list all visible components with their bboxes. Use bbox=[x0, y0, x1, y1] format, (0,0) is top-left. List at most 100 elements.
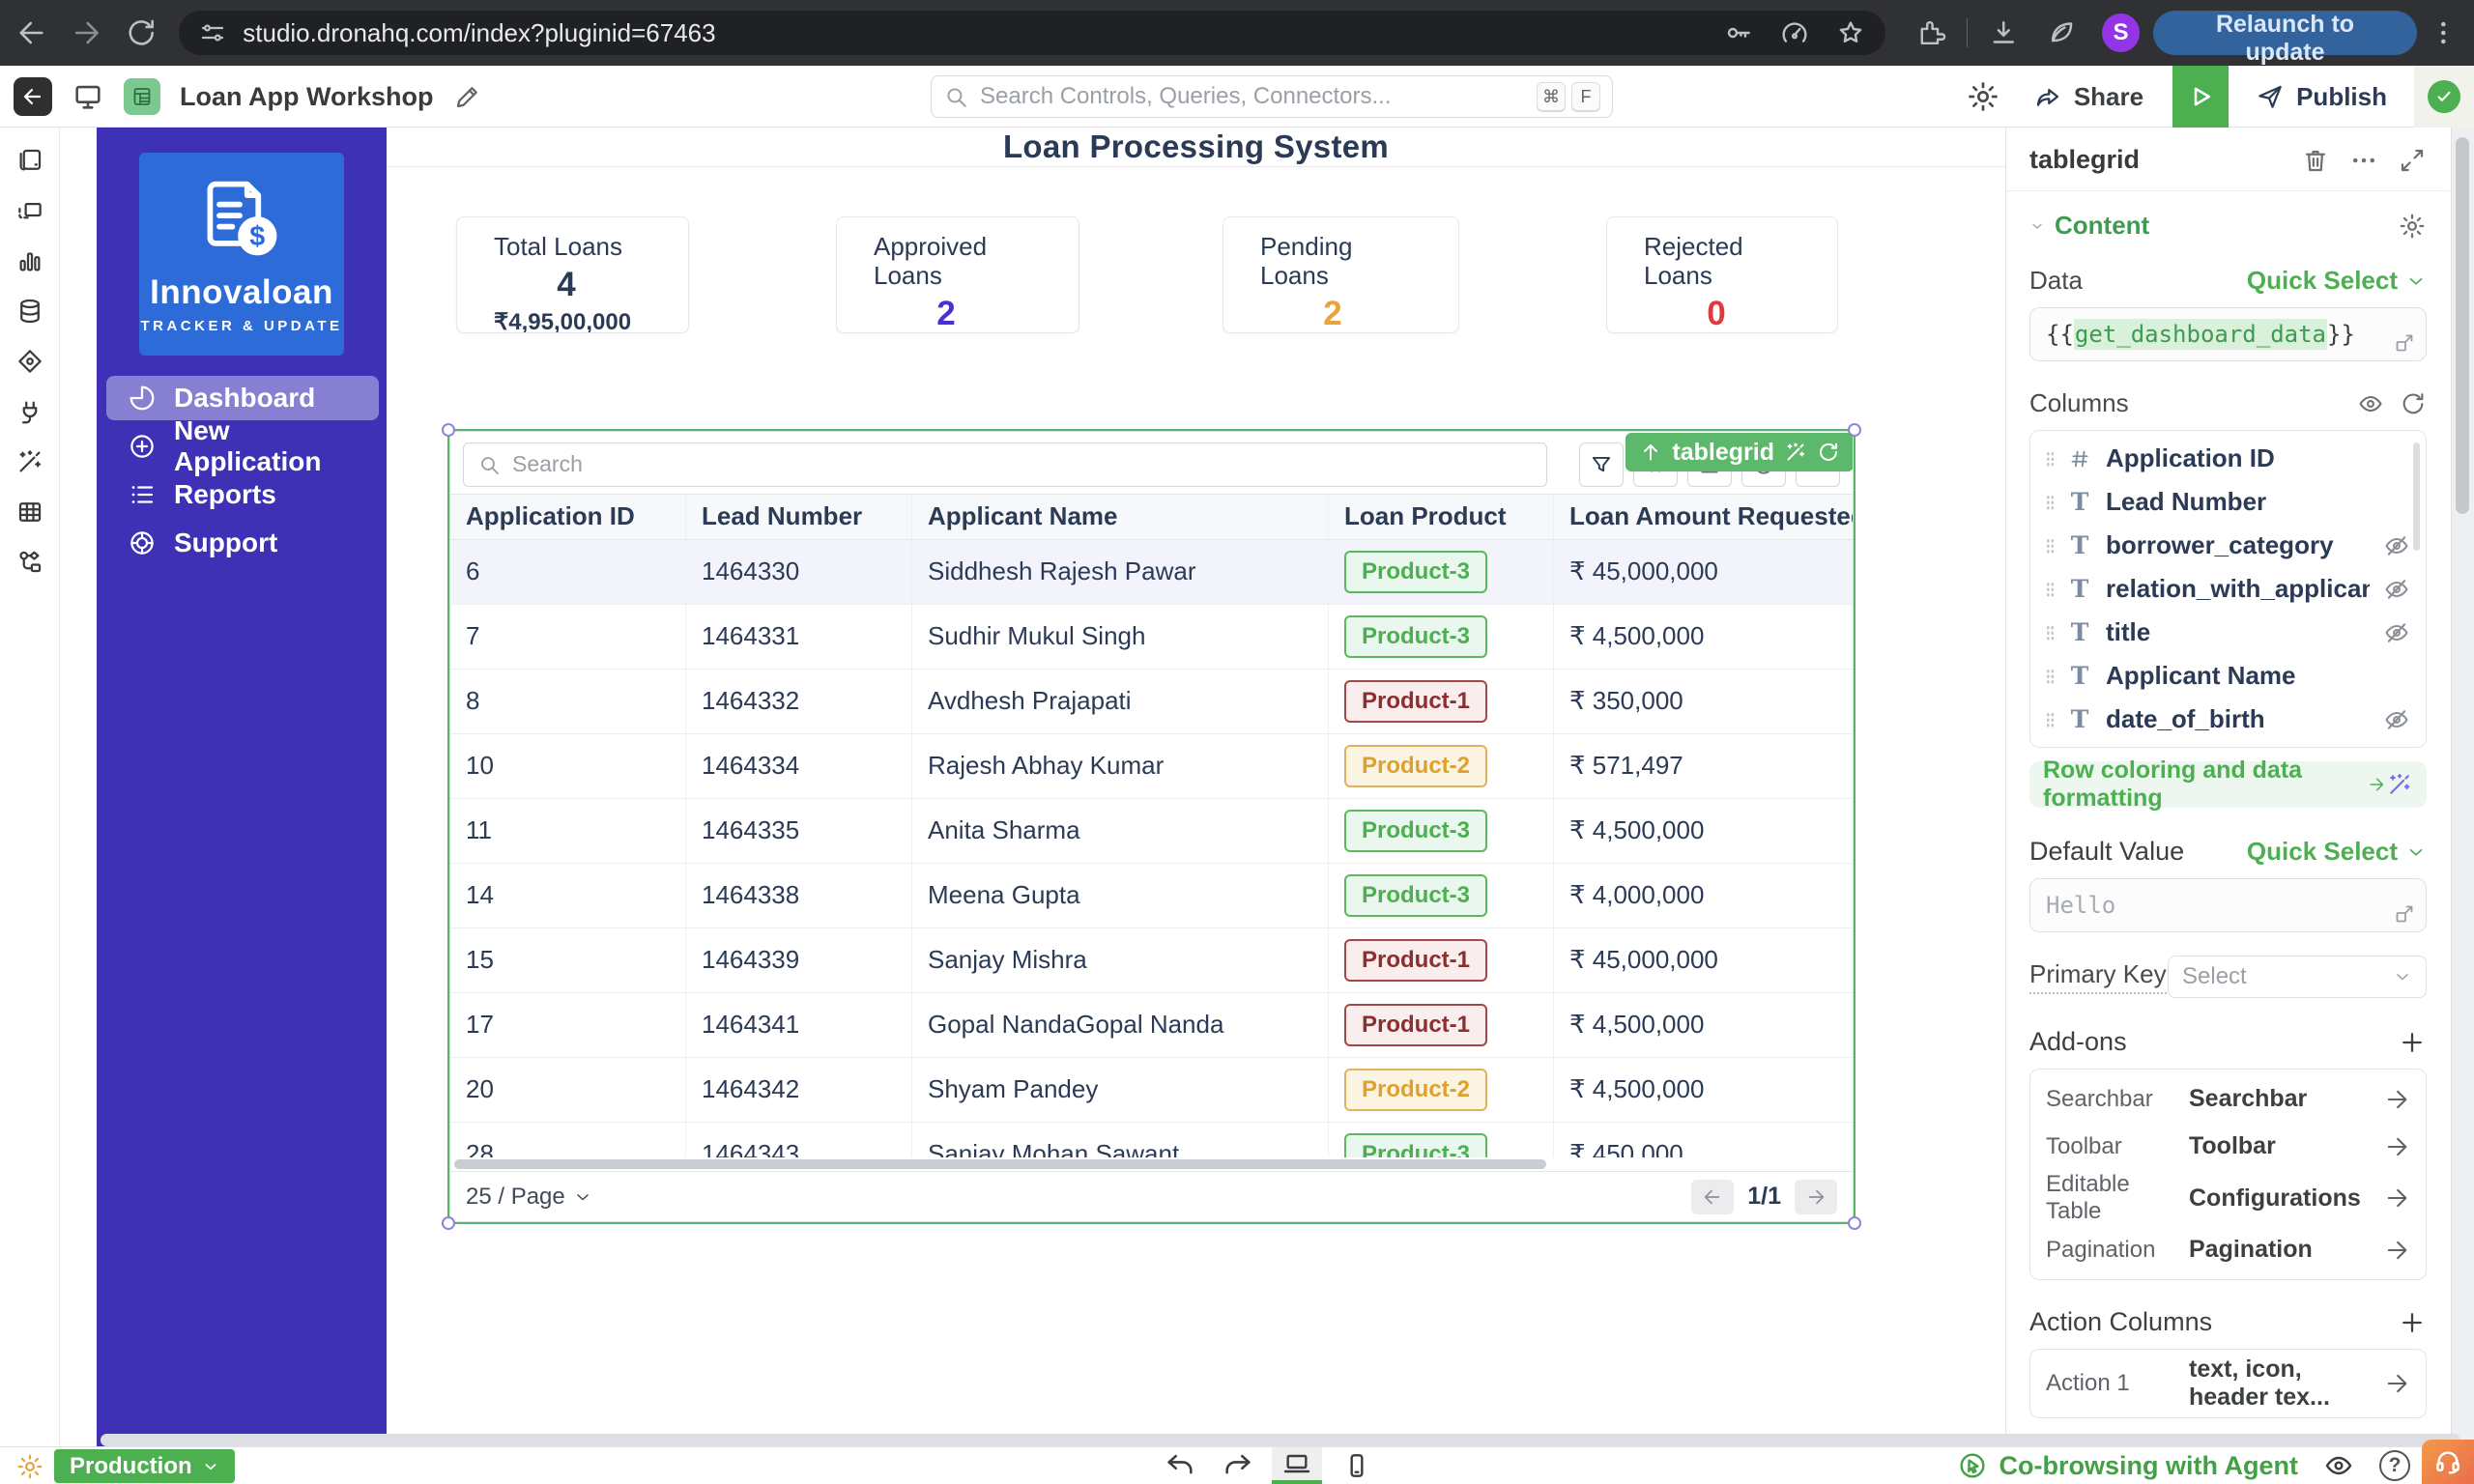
column-header[interactable]: Lead Number bbox=[686, 494, 912, 539]
more-options-icon[interactable] bbox=[2349, 146, 2378, 175]
performance-icon[interactable] bbox=[1779, 17, 1810, 48]
drag-handle-icon[interactable] bbox=[2046, 450, 2054, 467]
content-settings-icon[interactable] bbox=[2398, 212, 2427, 241]
page-size-selector[interactable]: 25 / Page bbox=[466, 1184, 592, 1211]
undo-icon[interactable] bbox=[1164, 1449, 1196, 1482]
desktop-view-button[interactable] bbox=[1272, 1447, 1322, 1484]
publish-button[interactable]: Publish bbox=[2256, 82, 2387, 112]
column-header[interactable]: Loan Amount Requested bbox=[1554, 495, 1853, 539]
drag-handle-icon[interactable] bbox=[2046, 711, 2054, 728]
collapse-panel-icon[interactable] bbox=[2398, 146, 2427, 175]
eye-off-icon[interactable] bbox=[2383, 576, 2410, 603]
column-item[interactable]: T Lead Number bbox=[2030, 480, 2426, 524]
select-parent-icon[interactable] bbox=[1639, 441, 1662, 464]
addon-row-editable-table[interactable]: Editable Table Configurations bbox=[2046, 1170, 2410, 1226]
expand-editor-icon[interactable] bbox=[2393, 331, 2416, 355]
content-section-toggle[interactable]: Content bbox=[2029, 211, 2149, 241]
browser-forward-icon[interactable] bbox=[70, 15, 102, 50]
column-item[interactable]: T borrower_category bbox=[2030, 524, 2426, 567]
table-row[interactable]: 20 1464342 Shyam Pandey Product-2 ₹ 4,50… bbox=[450, 1057, 1853, 1123]
sidebar-item-reports[interactable]: Reports bbox=[106, 472, 379, 517]
canvas-horizontal-scrollbar[interactable] bbox=[101, 1434, 2460, 1446]
delete-widget-icon[interactable] bbox=[2301, 146, 2330, 175]
prev-page-button[interactable] bbox=[1691, 1179, 1735, 1214]
extensions-icon[interactable] bbox=[1915, 16, 1947, 49]
preview-monitor-icon[interactable] bbox=[72, 80, 104, 113]
theme-settings-icon[interactable] bbox=[1966, 79, 2000, 114]
add-addon-icon[interactable] bbox=[2398, 1028, 2427, 1057]
eye-off-icon[interactable] bbox=[2383, 532, 2410, 559]
drag-handle-icon[interactable] bbox=[2046, 624, 2054, 641]
relaunch-button[interactable]: Relaunch to update bbox=[2152, 11, 2418, 66]
default-value-field[interactable]: Hello bbox=[2029, 878, 2427, 932]
address-bar[interactable]: studio.dronahq.com/index?pluginid=67463 bbox=[179, 11, 1885, 55]
sidebar-item-new-application[interactable]: New Application bbox=[106, 415, 379, 476]
column-item[interactable]: T date_of_birth bbox=[2030, 698, 2426, 741]
toggle-all-visibility-icon[interactable] bbox=[2357, 390, 2384, 417]
mobile-view-button[interactable] bbox=[1332, 1447, 1382, 1484]
studio-search-input[interactable] bbox=[980, 83, 1531, 110]
cobrowsing-button[interactable]: Co-browsing with Agent bbox=[1957, 1450, 2298, 1481]
column-item[interactable]: T Applicant Name bbox=[2030, 654, 2426, 698]
filter-button[interactable] bbox=[1579, 442, 1624, 487]
next-page-button[interactable] bbox=[1795, 1179, 1837, 1214]
password-key-icon[interactable] bbox=[1723, 17, 1754, 48]
drag-handle-icon[interactable] bbox=[2046, 537, 2054, 554]
rail-pages-icon[interactable] bbox=[9, 139, 51, 182]
table-search-input[interactable] bbox=[512, 451, 1533, 478]
column-header[interactable]: Loan Product bbox=[1329, 494, 1554, 539]
drag-handle-icon[interactable] bbox=[2046, 581, 2054, 597]
default-value-quick-select[interactable]: Quick Select bbox=[2247, 837, 2427, 867]
rail-controls-icon[interactable] bbox=[9, 189, 51, 232]
column-item[interactable]: T title bbox=[2030, 611, 2426, 654]
browser-reload-icon[interactable] bbox=[125, 15, 158, 50]
rail-workflow-icon[interactable] bbox=[9, 541, 51, 584]
eye-off-icon[interactable] bbox=[2383, 706, 2410, 733]
rail-analytics-icon[interactable] bbox=[9, 240, 51, 282]
table-horizontal-scrollbar[interactable] bbox=[450, 1157, 1853, 1171]
resize-handle-se[interactable] bbox=[1848, 1216, 1861, 1230]
energy-saver-icon[interactable] bbox=[2045, 16, 2077, 49]
rail-database-icon[interactable] bbox=[9, 290, 51, 332]
addon-row-pagination[interactable]: Pagination Pagination bbox=[2046, 1226, 2410, 1273]
data-binding-field[interactable]: {{get_dashboard_data}} bbox=[2029, 307, 2427, 361]
table-search[interactable] bbox=[463, 442, 1547, 487]
share-button[interactable]: Share bbox=[2033, 82, 2143, 112]
eye-off-icon[interactable] bbox=[2383, 619, 2410, 646]
table-row[interactable]: 15 1464339 Sanjay Mishra Product-1 ₹ 45,… bbox=[450, 928, 1853, 993]
resize-handle-sw[interactable] bbox=[442, 1216, 455, 1230]
help-icon[interactable]: ? bbox=[2379, 1450, 2410, 1481]
environment-gear-icon[interactable] bbox=[15, 1452, 44, 1481]
table-row[interactable]: 11 1464335 Anita Sharma Product-3 ₹ 4,50… bbox=[450, 798, 1853, 864]
column-item[interactable]: T relation_with_applicant bbox=[2030, 567, 2426, 611]
resize-handle-nw[interactable] bbox=[442, 423, 455, 437]
site-settings-icon[interactable] bbox=[198, 18, 227, 47]
drag-handle-icon[interactable] bbox=[2046, 668, 2054, 684]
column-header[interactable]: Applicant Name bbox=[912, 494, 1329, 539]
profile-avatar[interactable]: S bbox=[2102, 14, 2140, 52]
tablegrid-widget[interactable]: tablegrid Application ID Lead Number App… bbox=[449, 431, 1854, 1222]
columns-scrollbar[interactable] bbox=[2413, 442, 2420, 551]
rail-automation-icon[interactable] bbox=[9, 441, 51, 483]
magic-wand-icon[interactable] bbox=[1784, 441, 1807, 464]
column-item[interactable]: Application ID bbox=[2030, 437, 2426, 480]
addon-row-searchbar[interactable]: Searchbar Searchbar bbox=[2046, 1075, 2410, 1123]
browser-menu-icon[interactable] bbox=[2429, 17, 2459, 48]
drag-handle-icon[interactable] bbox=[2046, 494, 2054, 510]
expand-editor-icon[interactable] bbox=[2393, 902, 2416, 926]
environment-selector[interactable]: Production bbox=[54, 1449, 235, 1483]
rail-table-icon[interactable] bbox=[9, 491, 51, 533]
refresh-columns-icon[interactable] bbox=[2400, 390, 2427, 417]
action-row[interactable]: Action 1 text, icon, header tex... bbox=[2046, 1356, 2410, 1412]
rename-pencil-icon[interactable] bbox=[453, 82, 482, 111]
data-quick-select[interactable]: Quick Select bbox=[2247, 266, 2427, 296]
table-row[interactable]: 8 1464332 Avdhesh Prajapati Product-1 ₹ … bbox=[450, 669, 1853, 734]
browser-back-icon[interactable] bbox=[15, 15, 48, 50]
addon-row-toolbar[interactable]: Toolbar Toolbar bbox=[2046, 1123, 2410, 1170]
sidebar-item-support[interactable]: Support bbox=[106, 521, 379, 565]
widget-name-badge[interactable]: tablegrid bbox=[1625, 433, 1853, 471]
vertical-scrollbar-thumb[interactable] bbox=[2456, 137, 2469, 514]
table-row-partial[interactable]: 28 1464343 Sanjay Mohan Sawant Product-3… bbox=[450, 1122, 1853, 1158]
studio-back-button[interactable] bbox=[14, 77, 52, 116]
table-row[interactable]: 14 1464338 Meena Gupta Product-3 ₹ 4,000… bbox=[450, 863, 1853, 928]
